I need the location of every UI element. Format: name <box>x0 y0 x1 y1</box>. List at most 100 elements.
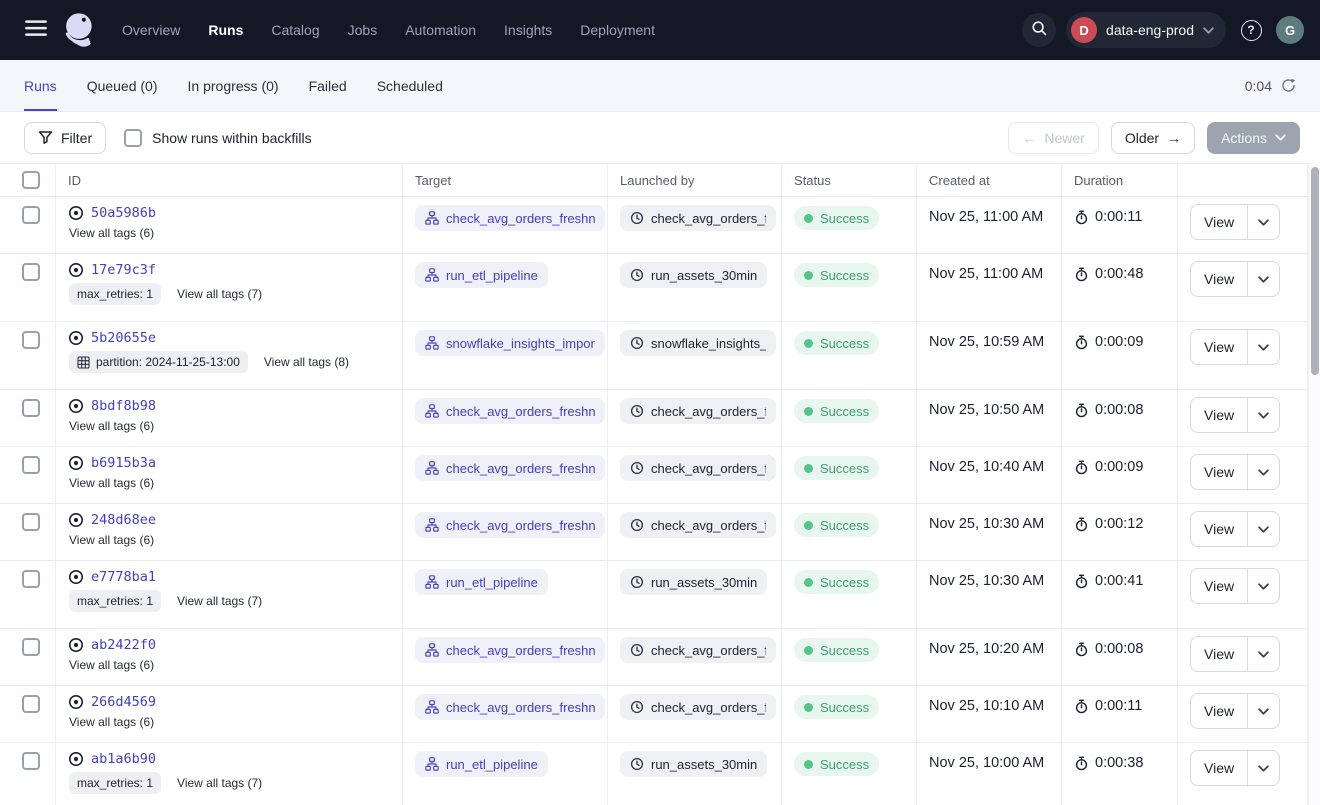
target-pill[interactable]: check_avg_orders_freshne <box>415 398 605 424</box>
view-button[interactable]: View <box>1191 398 1247 432</box>
run-id-link[interactable]: 266d4569 <box>91 694 156 710</box>
row-checkbox[interactable] <box>22 331 40 349</box>
launched-by-pill[interactable]: run_assets_30min <box>620 262 767 288</box>
search-button[interactable] <box>1022 13 1056 47</box>
user-avatar[interactable]: G <box>1276 16 1304 44</box>
view-button[interactable]: View <box>1191 637 1247 671</box>
view-dropdown-button[interactable] <box>1247 398 1279 432</box>
nav-item-runs[interactable]: Runs <box>208 22 243 38</box>
older-button[interactable]: Older → <box>1111 122 1195 154</box>
launched-by-pill[interactable]: run_assets_30min <box>620 569 767 595</box>
tab-scheduled[interactable]: Scheduled <box>377 60 443 111</box>
help-button[interactable]: ? <box>1236 15 1266 45</box>
tab-in-progress[interactable]: In progress (0) <box>188 60 279 111</box>
nav-item-automation[interactable]: Automation <box>405 22 476 38</box>
launched-by-pill[interactable]: run_assets_30min <box>620 751 767 777</box>
dagster-logo-icon[interactable] <box>58 8 102 52</box>
target-pill[interactable]: run_etl_pipeline <box>415 751 548 777</box>
row-checkbox[interactable] <box>22 752 40 770</box>
select-all-checkbox[interactable] <box>22 171 40 189</box>
target-pill[interactable]: run_etl_pipeline <box>415 569 548 595</box>
view-button[interactable]: View <box>1191 569 1247 603</box>
launched-by-pill[interactable]: snowflake_insights_… <box>620 330 776 356</box>
asset-graph-icon <box>425 643 439 657</box>
row-checkbox[interactable] <box>22 206 40 224</box>
newer-button[interactable]: ← Newer <box>1008 122 1098 154</box>
actions-button[interactable]: Actions <box>1207 122 1300 154</box>
run-id-link[interactable]: 5b20655e <box>91 330 156 346</box>
target-pill[interactable]: run_etl_pipeline <box>415 262 548 288</box>
scrollbar-thumb[interactable] <box>1311 167 1319 375</box>
view-button[interactable]: View <box>1191 262 1247 296</box>
view-button[interactable]: View <box>1191 330 1247 364</box>
launched-by-pill[interactable]: check_avg_orders_f… <box>620 398 776 424</box>
view-dropdown-button[interactable] <box>1247 330 1279 364</box>
run-id-link[interactable]: 17e79c3f <box>91 262 156 278</box>
view-all-tags-link[interactable]: View all tags (7) <box>177 776 262 790</box>
nav-item-catalog[interactable]: Catalog <box>271 22 319 38</box>
run-id-link[interactable]: ab1a6b90 <box>91 751 156 767</box>
view-all-tags-link[interactable]: View all tags (7) <box>177 287 262 301</box>
tab-queued[interactable]: Queued (0) <box>87 60 158 111</box>
run-id-link[interactable]: 248d68ee <box>91 512 156 528</box>
target-pill[interactable]: check_avg_orders_freshne <box>415 455 605 481</box>
target-pill[interactable]: check_avg_orders_freshne <box>415 512 605 538</box>
target-pill[interactable]: check_avg_orders_freshne <box>415 694 605 720</box>
workspace-switcher[interactable]: D data-eng-prod <box>1066 12 1226 48</box>
launched-by-pill[interactable]: check_avg_orders_f… <box>620 512 776 538</box>
row-checkbox[interactable] <box>22 695 40 713</box>
nav-item-deployment[interactable]: Deployment <box>580 22 655 38</box>
row-checkbox[interactable] <box>22 263 40 281</box>
row-checkbox[interactable] <box>22 399 40 417</box>
nav-item-overview[interactable]: Overview <box>122 22 180 38</box>
refresh-icon[interactable] <box>1281 78 1296 93</box>
view-all-tags-link[interactable]: View all tags (6) <box>69 658 154 672</box>
row-checkbox[interactable] <box>22 638 40 656</box>
tab-runs[interactable]: Runs <box>24 60 57 111</box>
launched-by-pill[interactable]: check_avg_orders_f… <box>620 205 776 231</box>
row-checkbox[interactable] <box>22 570 40 588</box>
view-dropdown-button[interactable] <box>1247 637 1279 671</box>
backfills-checkbox[interactable] <box>124 129 142 147</box>
scrollbar-track[interactable] <box>1308 163 1320 805</box>
menu-button[interactable] <box>16 10 56 50</box>
view-all-tags-link[interactable]: View all tags (7) <box>177 594 262 608</box>
view-all-tags-link[interactable]: View all tags (6) <box>69 419 154 433</box>
table-row: b6915b3a View all tags (6) check_avg_ord… <box>0 447 1320 504</box>
view-all-tags-link[interactable]: View all tags (6) <box>69 715 154 729</box>
run-id-link[interactable]: 50a5986b <box>91 205 156 221</box>
target-pill[interactable]: snowflake_insights_import <box>415 330 605 356</box>
view-all-tags-link[interactable]: View all tags (6) <box>69 533 154 547</box>
view-dropdown-button[interactable] <box>1247 694 1279 728</box>
view-button[interactable]: View <box>1191 694 1247 728</box>
view-all-tags-link[interactable]: View all tags (6) <box>69 226 154 240</box>
target-pill[interactable]: check_avg_orders_freshne <box>415 637 605 663</box>
run-id-link[interactable]: ab2422f0 <box>91 637 156 653</box>
launched-by-pill[interactable]: check_avg_orders_f… <box>620 694 776 720</box>
view-dropdown-button[interactable] <box>1247 751 1279 785</box>
tab-failed[interactable]: Failed <box>309 60 347 111</box>
nav-item-jobs[interactable]: Jobs <box>348 22 378 38</box>
view-dropdown-button[interactable] <box>1247 262 1279 296</box>
run-id-link[interactable]: 8bdf8b98 <box>91 398 156 414</box>
view-button[interactable]: View <box>1191 512 1247 546</box>
filter-button[interactable]: Filter <box>24 122 106 154</box>
view-dropdown-button[interactable] <box>1247 455 1279 489</box>
view-all-tags-link[interactable]: View all tags (6) <box>69 476 154 490</box>
backfills-checkbox-label[interactable]: Show runs within backfills <box>152 130 312 146</box>
view-dropdown-button[interactable] <box>1247 569 1279 603</box>
row-checkbox[interactable] <box>22 513 40 531</box>
run-id-link[interactable]: e7778ba1 <box>91 569 156 585</box>
view-dropdown-button[interactable] <box>1247 512 1279 546</box>
view-button[interactable]: View <box>1191 455 1247 489</box>
launched-by-pill[interactable]: check_avg_orders_f… <box>620 455 776 481</box>
launched-by-pill[interactable]: check_avg_orders_f… <box>620 637 776 663</box>
view-dropdown-button[interactable] <box>1247 205 1279 239</box>
run-id-link[interactable]: b6915b3a <box>91 455 156 471</box>
view-button[interactable]: View <box>1191 205 1247 239</box>
row-checkbox[interactable] <box>22 456 40 474</box>
target-pill[interactable]: check_avg_orders_freshne <box>415 205 605 231</box>
nav-item-insights[interactable]: Insights <box>504 22 552 38</box>
view-button[interactable]: View <box>1191 751 1247 785</box>
view-all-tags-link[interactable]: View all tags (8) <box>264 355 349 369</box>
